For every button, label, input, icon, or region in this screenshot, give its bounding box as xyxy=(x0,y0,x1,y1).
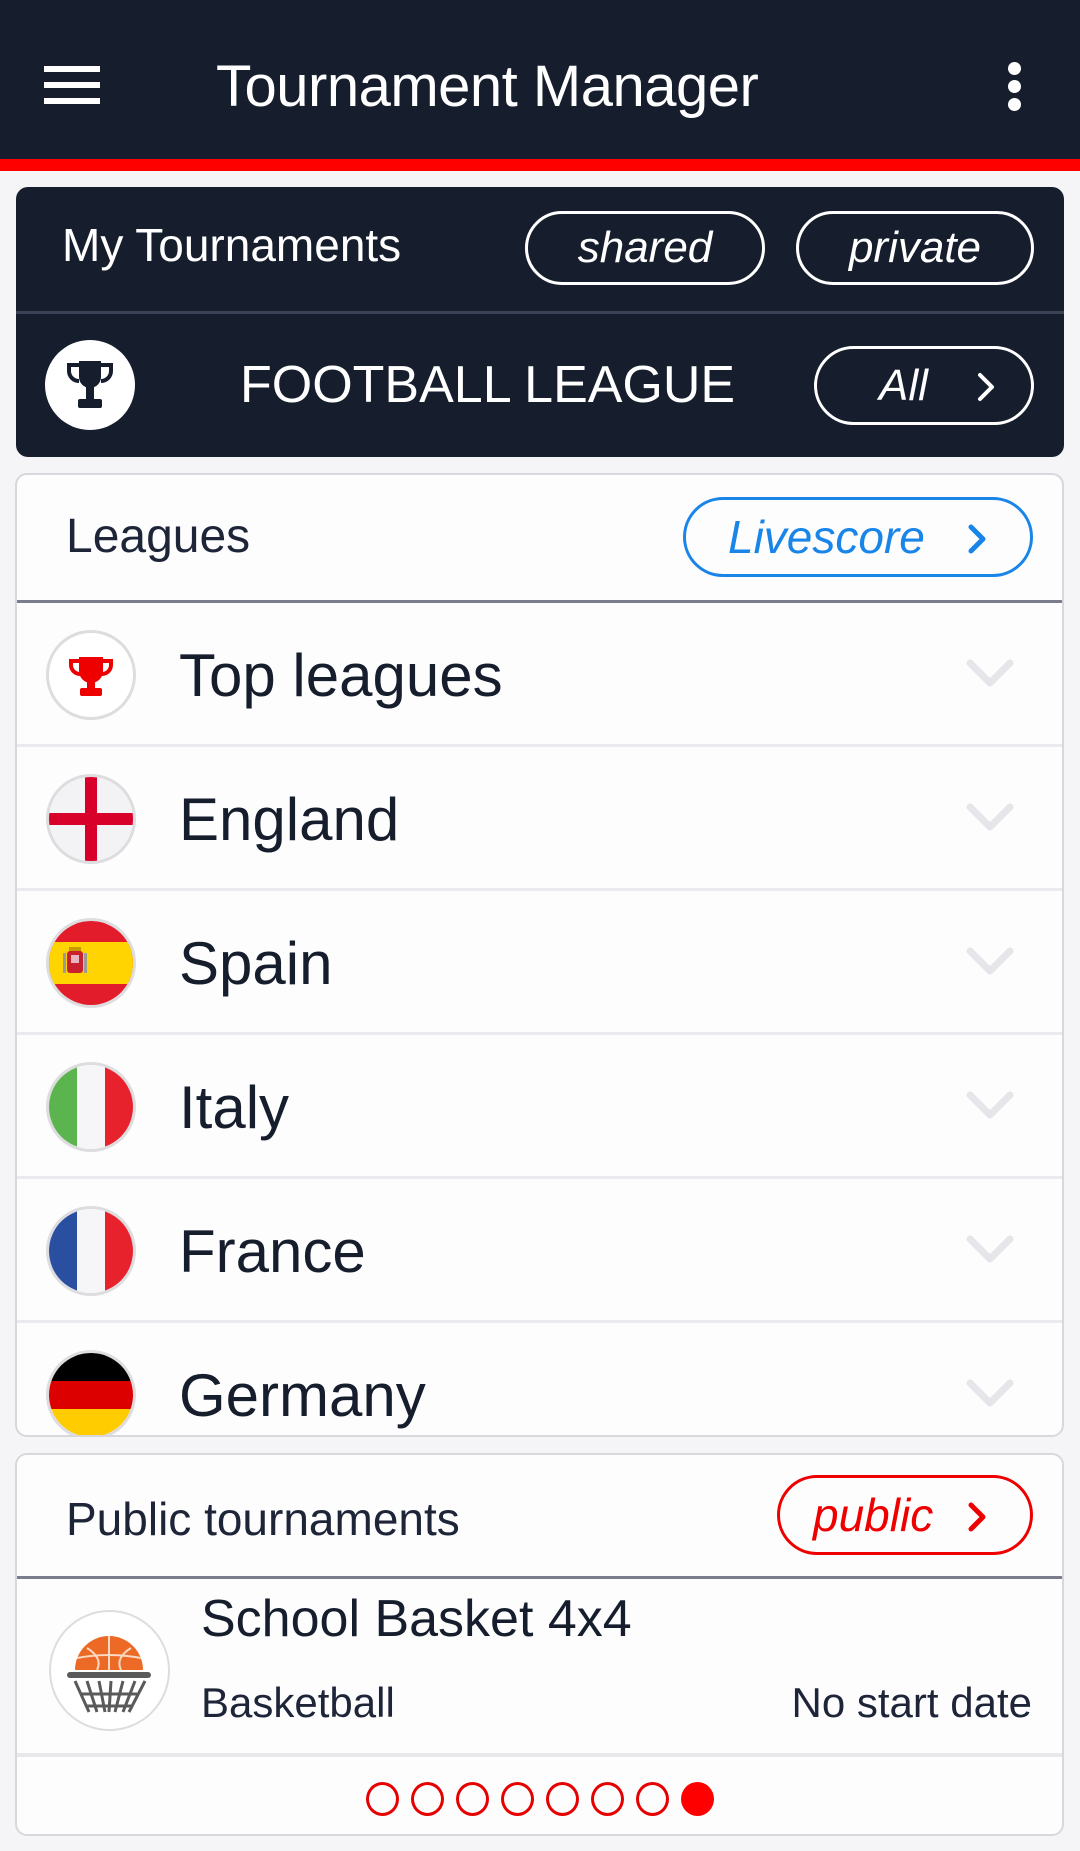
league-label: Germany xyxy=(179,1362,426,1429)
app-title: Tournament Manager xyxy=(216,54,759,119)
france-flag-icon xyxy=(46,1206,136,1296)
chevron-down-icon xyxy=(966,1379,1014,1407)
chevron-down-icon xyxy=(966,1235,1014,1263)
league-row-spain[interactable]: Spain xyxy=(17,891,1062,1035)
all-tournaments-button[interactable]: All xyxy=(814,346,1034,425)
app-bar: Tournament Manager xyxy=(0,0,1080,159)
league-label: Top leagues xyxy=(179,642,503,709)
page-dot[interactable] xyxy=(590,1782,624,1816)
spain-flag-icon xyxy=(46,918,136,1008)
chevron-down-icon xyxy=(966,1091,1014,1119)
livescore-button[interactable]: Livescore xyxy=(683,497,1033,577)
shared-button[interactable]: shared xyxy=(525,211,765,285)
league-row-france[interactable]: France xyxy=(17,1179,1062,1323)
tournament-start-date: No start date xyxy=(791,1679,1032,1726)
chevron-down-icon xyxy=(966,803,1014,831)
tournament-name: School Basket 4x4 xyxy=(201,1590,632,1648)
page-dot[interactable] xyxy=(680,1782,714,1816)
league-label: England xyxy=(179,786,400,853)
italy-flag-icon xyxy=(46,1062,136,1152)
leagues-title: Leagues xyxy=(66,510,251,563)
livescore-label: Livescore xyxy=(728,511,925,563)
public-tournaments-title: Public tournaments xyxy=(66,1493,460,1545)
league-trophy-badge xyxy=(45,340,135,430)
page-dot[interactable] xyxy=(635,1782,669,1816)
page-dot[interactable] xyxy=(365,1782,399,1816)
germany-flag-icon xyxy=(46,1350,136,1435)
divider xyxy=(16,311,1064,314)
tournament-list-item[interactable]: School Basket 4x4 Basketball No start da… xyxy=(17,1579,1062,1757)
tournament-sport: Basketball xyxy=(201,1679,395,1726)
leagues-card: Leagues Livescore Top leagues England Sp… xyxy=(15,473,1064,1437)
all-button-label: All xyxy=(879,360,928,410)
league-label: Italy xyxy=(179,1074,290,1141)
my-tournaments-card: My Tournaments shared private FOOTBALL L… xyxy=(16,187,1064,457)
app-bar-accent-line xyxy=(0,159,1080,171)
current-league-name[interactable]: FOOTBALL LEAGUE xyxy=(240,355,735,415)
public-tournaments-card: Public tournaments public School Basket … xyxy=(15,1453,1064,1836)
league-label: Spain xyxy=(179,930,333,997)
league-row-germany[interactable]: Germany xyxy=(17,1323,1062,1435)
public-label: public xyxy=(813,1489,934,1541)
page-dot[interactable] xyxy=(455,1782,489,1816)
trophy-icon xyxy=(67,361,113,408)
chevron-down-icon xyxy=(966,659,1014,687)
my-tournaments-title: My Tournaments xyxy=(62,219,402,271)
public-button[interactable]: public xyxy=(777,1475,1033,1555)
page-dot[interactable] xyxy=(500,1782,534,1816)
england-flag-icon xyxy=(46,774,136,864)
chevron-right-icon xyxy=(968,524,986,554)
page-indicator xyxy=(17,1782,1062,1816)
private-button[interactable]: private xyxy=(796,211,1034,285)
chevron-right-icon xyxy=(978,373,994,401)
chevron-down-icon xyxy=(966,947,1014,975)
hamburger-menu-icon[interactable] xyxy=(44,66,100,106)
page-dot[interactable] xyxy=(410,1782,444,1816)
league-label: France xyxy=(179,1218,366,1285)
league-row-england[interactable]: England xyxy=(17,747,1062,891)
chevron-right-icon xyxy=(968,1502,986,1532)
page-dot[interactable] xyxy=(545,1782,579,1816)
trophy-icon xyxy=(46,630,136,720)
basketball-hoop-icon xyxy=(49,1610,170,1731)
league-row-italy[interactable]: Italy xyxy=(17,1035,1062,1179)
more-options-icon[interactable] xyxy=(994,58,1034,118)
league-row-top-leagues[interactable]: Top leagues xyxy=(17,603,1062,747)
